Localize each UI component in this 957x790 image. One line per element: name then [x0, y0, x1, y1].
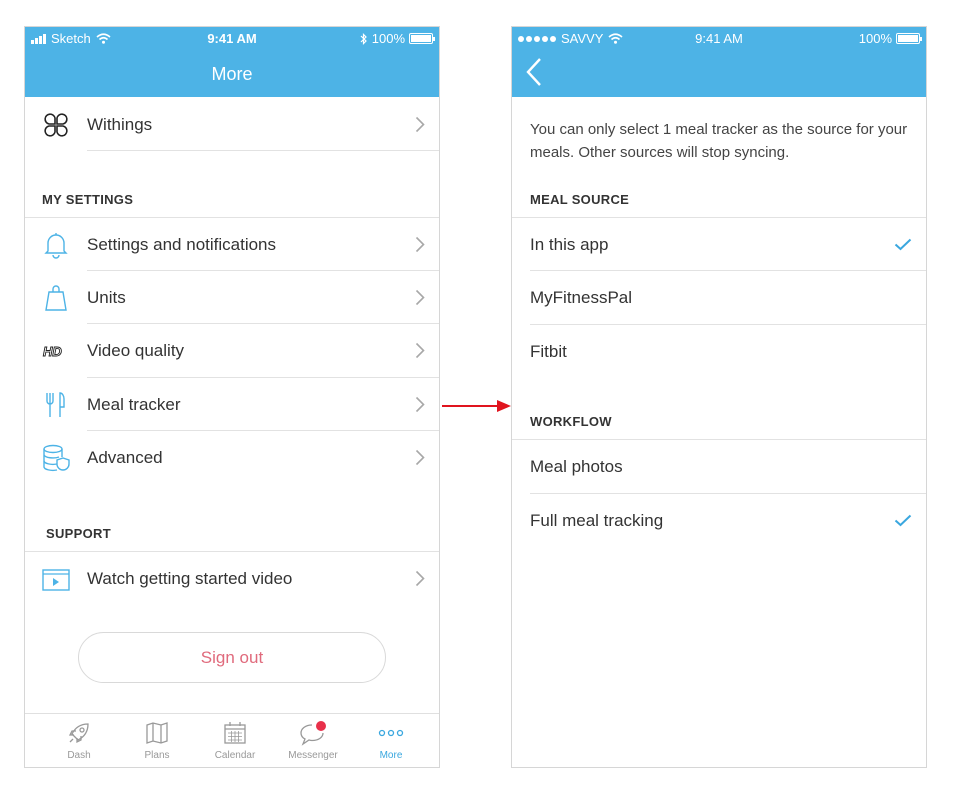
bell-icon	[41, 230, 71, 260]
chevron-right-icon	[415, 396, 425, 413]
tab-label: Plans	[144, 750, 170, 761]
page-title: More	[211, 64, 253, 84]
calendar-icon	[224, 722, 246, 744]
sign-out-button[interactable]: Sign out	[78, 632, 386, 683]
chat-bubble-icon	[300, 721, 326, 746]
chevron-right-icon	[415, 449, 425, 466]
withings-row[interactable]: Withings	[25, 98, 439, 151]
tab-calendar[interactable]: Calendar	[195, 714, 275, 767]
fork-knife-icon	[41, 390, 71, 420]
battery-percent: 100%	[371, 31, 405, 46]
video-quality-row[interactable]: HD Video quality	[25, 324, 439, 377]
battery-icon	[409, 33, 435, 44]
battery-icon	[896, 33, 922, 44]
meal-source-heading: MEAL SOURCE	[530, 192, 630, 207]
source-description: You can only select 1 meal tracker as th…	[530, 121, 908, 161]
chevron-right-icon	[415, 236, 425, 253]
settings-notifications-row[interactable]: Settings and notifications	[25, 218, 439, 271]
tab-dash[interactable]: Dash	[39, 714, 119, 767]
watch-video-row[interactable]: Watch getting started video	[25, 552, 439, 605]
tab-bar: Dash Plans Calendar Messenger More	[25, 713, 439, 767]
status-bar: SAVVY 9:41 AM 100%	[512, 27, 926, 51]
units-label: Units	[87, 288, 126, 307]
option-label: MyFitnessPal	[530, 288, 633, 307]
status-bar: Sketch 9:41 AM 100%	[25, 27, 439, 51]
tab-label: Dash	[67, 750, 91, 761]
withings-icon	[41, 110, 71, 140]
watch-video-label: Watch getting started video	[87, 569, 293, 588]
option-meal-photos[interactable]: Meal photos	[512, 440, 926, 493]
checkmark-icon	[894, 238, 912, 251]
chevron-right-icon	[415, 570, 425, 587]
option-in-this-app[interactable]: In this app	[512, 218, 926, 271]
tab-label: Calendar	[214, 750, 256, 761]
scale-icon	[41, 283, 71, 313]
option-label: Full meal tracking	[530, 511, 664, 530]
tab-messenger[interactable]: Messenger	[273, 714, 353, 767]
advanced-row[interactable]: Advanced	[25, 431, 439, 484]
tab-more[interactable]: More	[351, 714, 431, 767]
battery-percent: 100%	[858, 31, 892, 46]
hd-icon: HD	[41, 336, 71, 366]
option-fitbit[interactable]: Fitbit	[512, 325, 926, 378]
flow-arrow-icon	[442, 400, 511, 412]
option-label: Fitbit	[530, 342, 567, 361]
video-quality-label: Video quality	[87, 341, 185, 360]
support-heading: SUPPORT	[46, 526, 111, 541]
workflow-heading: WORKFLOW	[530, 414, 612, 429]
map-icon	[146, 722, 168, 744]
option-myfitnesspal[interactable]: MyFitnessPal	[512, 271, 926, 324]
database-shield-icon	[41, 443, 71, 473]
more-dots-icon	[378, 729, 404, 737]
tab-plans[interactable]: Plans	[117, 714, 197, 767]
checkmark-icon	[894, 514, 912, 527]
advanced-label: Advanced	[87, 448, 163, 467]
nav-header: SAVVY 9:41 AM 100%	[512, 27, 926, 97]
meal-tracker-label: Meal tracker	[87, 395, 181, 414]
more-screen: Sketch 9:41 AM 100% More Withings MY SET…	[24, 26, 440, 768]
withings-label: Withings	[87, 115, 153, 134]
option-label: In this app	[530, 235, 609, 254]
option-full-meal-tracking[interactable]: Full meal tracking	[512, 494, 926, 547]
chevron-right-icon	[415, 116, 425, 133]
meal-tracker-screen: SAVVY 9:41 AM 100% You can only select 1…	[511, 26, 927, 768]
divider	[87, 150, 439, 151]
units-row[interactable]: Units	[25, 271, 439, 324]
svg-text:HD: HD	[43, 344, 62, 359]
my-settings-heading: MY SETTINGS	[42, 192, 134, 207]
chevron-right-icon	[415, 342, 425, 359]
back-chevron-icon[interactable]	[526, 57, 542, 87]
tab-label: More	[379, 750, 403, 761]
settings-notifications-label: Settings and notifications	[87, 235, 277, 254]
chevron-right-icon	[415, 289, 425, 306]
tab-label: Messenger	[288, 750, 338, 761]
bluetooth-icon	[360, 32, 367, 45]
option-label: Meal photos	[530, 457, 623, 476]
nav-header: Sketch 9:41 AM 100% More	[25, 27, 439, 97]
meal-tracker-row[interactable]: Meal tracker	[25, 378, 439, 431]
rocket-icon	[68, 723, 89, 744]
video-icon	[41, 564, 71, 594]
